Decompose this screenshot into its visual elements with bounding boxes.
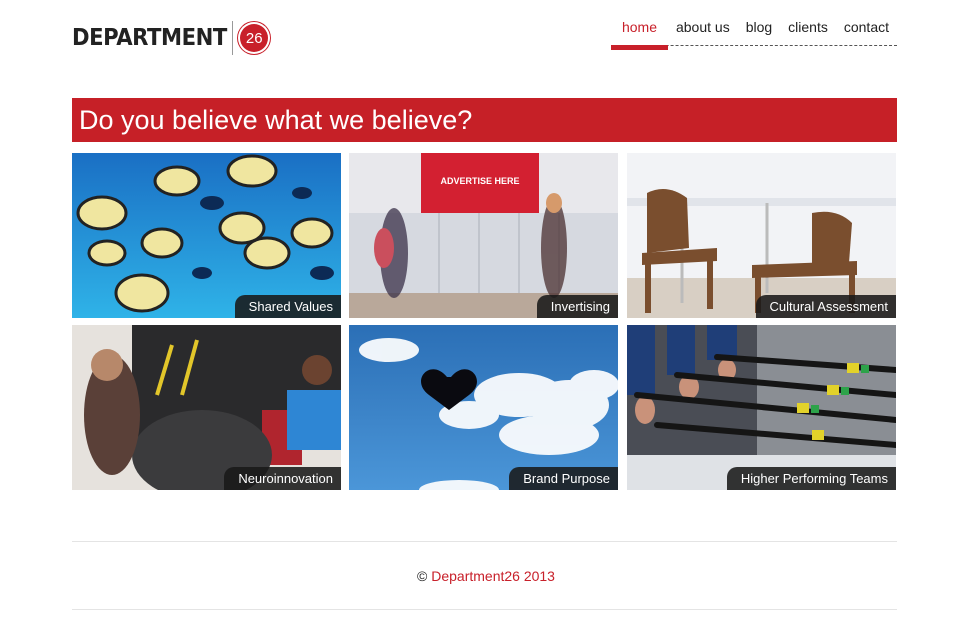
tile-label: Invertising [536,295,618,318]
tile-grid: Shared Values ADVERTISE HERE Invertising [72,153,897,490]
tile-label: Cultural Assessment [755,295,896,318]
main-nav: home about us blog clients contact [610,18,897,50]
gym-image [72,325,341,490]
tile-cultural-assessment[interactable]: Cultural Assessment [627,153,896,318]
heart-cloud-image [349,325,618,490]
logo[interactable]: DEPARTMENT 26 [72,20,269,56]
footer-divider-top [72,541,897,542]
tile-brand-purpose[interactable]: Brand Purpose [349,325,618,490]
tile-neuroinnovation[interactable]: Neuroinnovation [72,325,341,490]
tile-invertising[interactable]: ADVERTISE HERE Invertising [349,153,618,318]
chairs-image [627,153,896,318]
advertise-sign-text: ADVERTISE HERE [440,176,519,186]
nav-blog[interactable]: blog [738,18,780,45]
footer-year: 2013 [523,568,555,584]
nav-home[interactable]: home [610,18,669,50]
tile-label: Neuroinnovation [224,467,341,490]
logo-badge: 26 [240,24,269,52]
tile-label: Shared Values [234,295,341,318]
copyright-symbol: © [417,568,428,584]
nav-clients[interactable]: clients [780,18,836,45]
nav-about-us[interactable]: about us [668,18,738,45]
footer-divider-bottom [72,609,897,610]
advertise-image: ADVERTISE HERE [349,153,618,318]
nav-contact[interactable]: contact [836,18,897,45]
page-banner: Do you believe what we believe? [72,98,897,142]
tile-label: Higher Performing Teams [726,467,896,490]
footer-link-department26[interactable]: Department26 [431,568,520,584]
tile-higher-performing-teams[interactable]: Higher Performing Teams [627,325,896,490]
footer: © Department26 2013 [0,568,972,584]
rowing-image [627,325,896,490]
fish-image [72,153,341,318]
tile-shared-values[interactable]: Shared Values [72,153,341,318]
logo-divider [232,21,234,55]
logo-wordmark: DEPARTMENT [72,25,227,51]
tile-label: Brand Purpose [509,467,618,490]
